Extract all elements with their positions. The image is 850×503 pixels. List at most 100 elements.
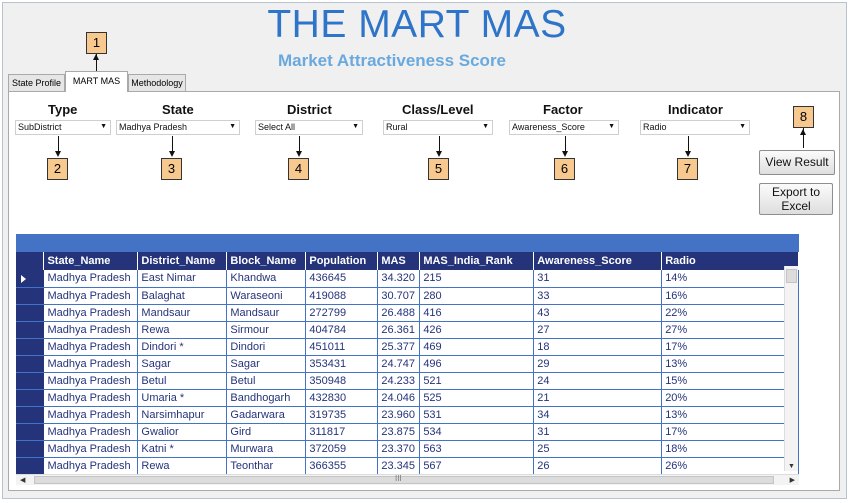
view-result-button[interactable]: View Result xyxy=(759,150,835,175)
table-cell[interactable]: 436645 xyxy=(305,270,379,288)
row-header[interactable] xyxy=(16,372,45,390)
column-header[interactable]: Population xyxy=(305,252,379,270)
table-cell[interactable]: Madhya Pradesh xyxy=(43,389,139,407)
table-cell[interactable]: 404784 xyxy=(305,321,379,339)
table-cell[interactable]: 43 xyxy=(533,304,663,322)
table-cell[interactable]: 419088 xyxy=(305,287,379,305)
table-cell[interactable]: Teonthar xyxy=(226,457,307,474)
table-cell[interactable]: 13% xyxy=(661,355,799,373)
table-cell[interactable]: 469 xyxy=(419,338,535,356)
table-cell[interactable]: 13% xyxy=(661,406,799,424)
table-cell[interactable]: 34.320 xyxy=(377,270,421,288)
table-cell[interactable]: Betul xyxy=(226,372,307,390)
table-cell[interactable]: 18% xyxy=(661,440,799,458)
table-cell[interactable]: 350948 xyxy=(305,372,379,390)
table-cell[interactable]: Madhya Pradesh xyxy=(43,287,139,305)
table-cell[interactable]: Madhya Pradesh xyxy=(43,270,139,288)
table-row[interactable]: Madhya Pradesh Betul Betul 350948 24.233 521 2… xyxy=(16,372,799,390)
row-header[interactable] xyxy=(16,338,45,356)
table-cell[interactable]: 24 xyxy=(533,372,663,390)
table-row[interactable]: Madhya Pradesh Rewa Teonthar 366355 23.345 56… xyxy=(16,457,799,474)
table-cell[interactable]: 432830 xyxy=(305,389,379,407)
table-cell[interactable]: Dindori * xyxy=(137,338,228,356)
class-level-dropdown[interactable]: Rural ▼ xyxy=(383,120,493,135)
vertical-scrollbar[interactable]: ▼ xyxy=(784,266,798,471)
table-cell[interactable]: 23.960 xyxy=(377,406,421,424)
scroll-right-arrow-icon[interactable]: ▶ xyxy=(790,476,795,484)
tab-mart-mas[interactable]: MART MAS xyxy=(65,71,128,92)
column-header[interactable]: District_Name xyxy=(137,252,228,270)
table-cell[interactable]: 567 xyxy=(419,457,535,474)
table-cell[interactable]: 534 xyxy=(419,423,535,441)
table-cell[interactable]: 496 xyxy=(419,355,535,373)
tab-state-profile[interactable]: State Profile xyxy=(8,74,65,91)
vertical-scroll-thumb[interactable] xyxy=(786,269,797,283)
table-cell[interactable]: 27% xyxy=(661,321,799,339)
column-header[interactable]: MAS xyxy=(377,252,421,270)
table-row[interactable]: Madhya Pradesh Dindori * Dindori 451011 25.3… xyxy=(16,338,799,356)
row-header[interactable] xyxy=(16,355,45,373)
table-row[interactable]: Madhya Pradesh Rewa Sirmour 404784 26.361 426… xyxy=(16,321,799,339)
table-row[interactable]: Madhya Pradesh Sagar Sagar 353431 24.747 496 2… xyxy=(16,355,799,373)
table-cell[interactable]: 521 xyxy=(419,372,535,390)
row-header[interactable] xyxy=(16,440,45,458)
table-cell[interactable]: Gwalior xyxy=(137,423,228,441)
tab-methodology[interactable]: Methodology xyxy=(128,74,186,91)
row-header[interactable] xyxy=(16,389,45,407)
table-cell[interactable]: Sagar xyxy=(226,355,307,373)
table-cell[interactable]: 280 xyxy=(419,287,535,305)
scroll-left-arrow-icon[interactable]: ◀ xyxy=(20,476,25,484)
table-cell[interactable]: Balaghat xyxy=(137,287,228,305)
table-row[interactable]: Madhya Pradesh Narsimhapur Gadarwara 319735… xyxy=(16,406,799,424)
table-cell[interactable]: 29 xyxy=(533,355,663,373)
column-header[interactable]: Radio xyxy=(661,252,799,270)
table-cell[interactable]: Bandhogarh xyxy=(226,389,307,407)
export-to-excel-button[interactable]: Export to Excel xyxy=(759,183,833,215)
table-cell[interactable]: 311817 xyxy=(305,423,379,441)
state-dropdown[interactable]: Madhya Pradesh ▼ xyxy=(116,120,240,135)
horizontal-scroll-thumb[interactable]: III xyxy=(34,474,774,484)
table-cell[interactable]: 31 xyxy=(533,270,663,288)
table-cell[interactable]: Murwara xyxy=(226,440,307,458)
table-row[interactable]: Madhya Pradesh Umaria * Bandhogarh 432830 24… xyxy=(16,389,799,407)
scroll-down-arrow-icon[interactable]: ▼ xyxy=(788,463,795,470)
table-cell[interactable]: 353431 xyxy=(305,355,379,373)
table-cell[interactable]: Madhya Pradesh xyxy=(43,440,139,458)
table-cell[interactable]: 31 xyxy=(533,423,663,441)
table-cell[interactable]: 26.361 xyxy=(377,321,421,339)
table-cell[interactable]: 372059 xyxy=(305,440,379,458)
table-cell[interactable]: 25 xyxy=(533,440,663,458)
table-cell[interactable]: Mandsaur xyxy=(226,304,307,322)
table-cell[interactable]: 18 xyxy=(533,338,663,356)
table-cell[interactable]: Khandwa xyxy=(226,270,307,288)
table-cell[interactable]: 22% xyxy=(661,304,799,322)
district-dropdown[interactable]: Select All ▼ xyxy=(255,120,363,135)
table-cell[interactable]: 15% xyxy=(661,372,799,390)
table-cell[interactable]: 20% xyxy=(661,389,799,407)
table-row[interactable]: Madhya Pradesh Katni * Murwara 372059 23.370… xyxy=(16,440,799,458)
table-cell[interactable]: Gadarwara xyxy=(226,406,307,424)
table-cell[interactable]: Sirmour xyxy=(226,321,307,339)
table-row[interactable]: Madhya Pradesh Gwalior Gird 311817 23.875 534… xyxy=(16,423,799,441)
table-cell[interactable]: 215 xyxy=(419,270,535,288)
table-cell[interactable]: Sagar xyxy=(137,355,228,373)
table-cell[interactable]: 27 xyxy=(533,321,663,339)
table-cell[interactable]: 25.377 xyxy=(377,338,421,356)
table-cell[interactable]: 451011 xyxy=(305,338,379,356)
table-cell[interactable]: Madhya Pradesh xyxy=(43,372,139,390)
table-cell[interactable]: 17% xyxy=(661,423,799,441)
table-cell[interactable]: 26.488 xyxy=(377,304,421,322)
table-cell[interactable]: 14% xyxy=(661,270,799,288)
table-cell[interactable]: 24.233 xyxy=(377,372,421,390)
column-header[interactable]: Block_Name xyxy=(226,252,307,270)
row-header[interactable] xyxy=(16,321,45,339)
table-cell[interactable]: 33 xyxy=(533,287,663,305)
table-cell[interactable]: Dindori xyxy=(226,338,307,356)
table-cell[interactable]: 26 xyxy=(533,457,663,474)
table-cell[interactable]: Gird xyxy=(226,423,307,441)
type-dropdown[interactable]: SubDistrict ▼ xyxy=(15,120,111,135)
table-cell[interactable]: Madhya Pradesh xyxy=(43,355,139,373)
table-cell[interactable]: 272799 xyxy=(305,304,379,322)
table-cell[interactable]: 563 xyxy=(419,440,535,458)
table-row[interactable]: Madhya Pradesh East Nimar Khandwa 436645 34.… xyxy=(16,270,799,288)
